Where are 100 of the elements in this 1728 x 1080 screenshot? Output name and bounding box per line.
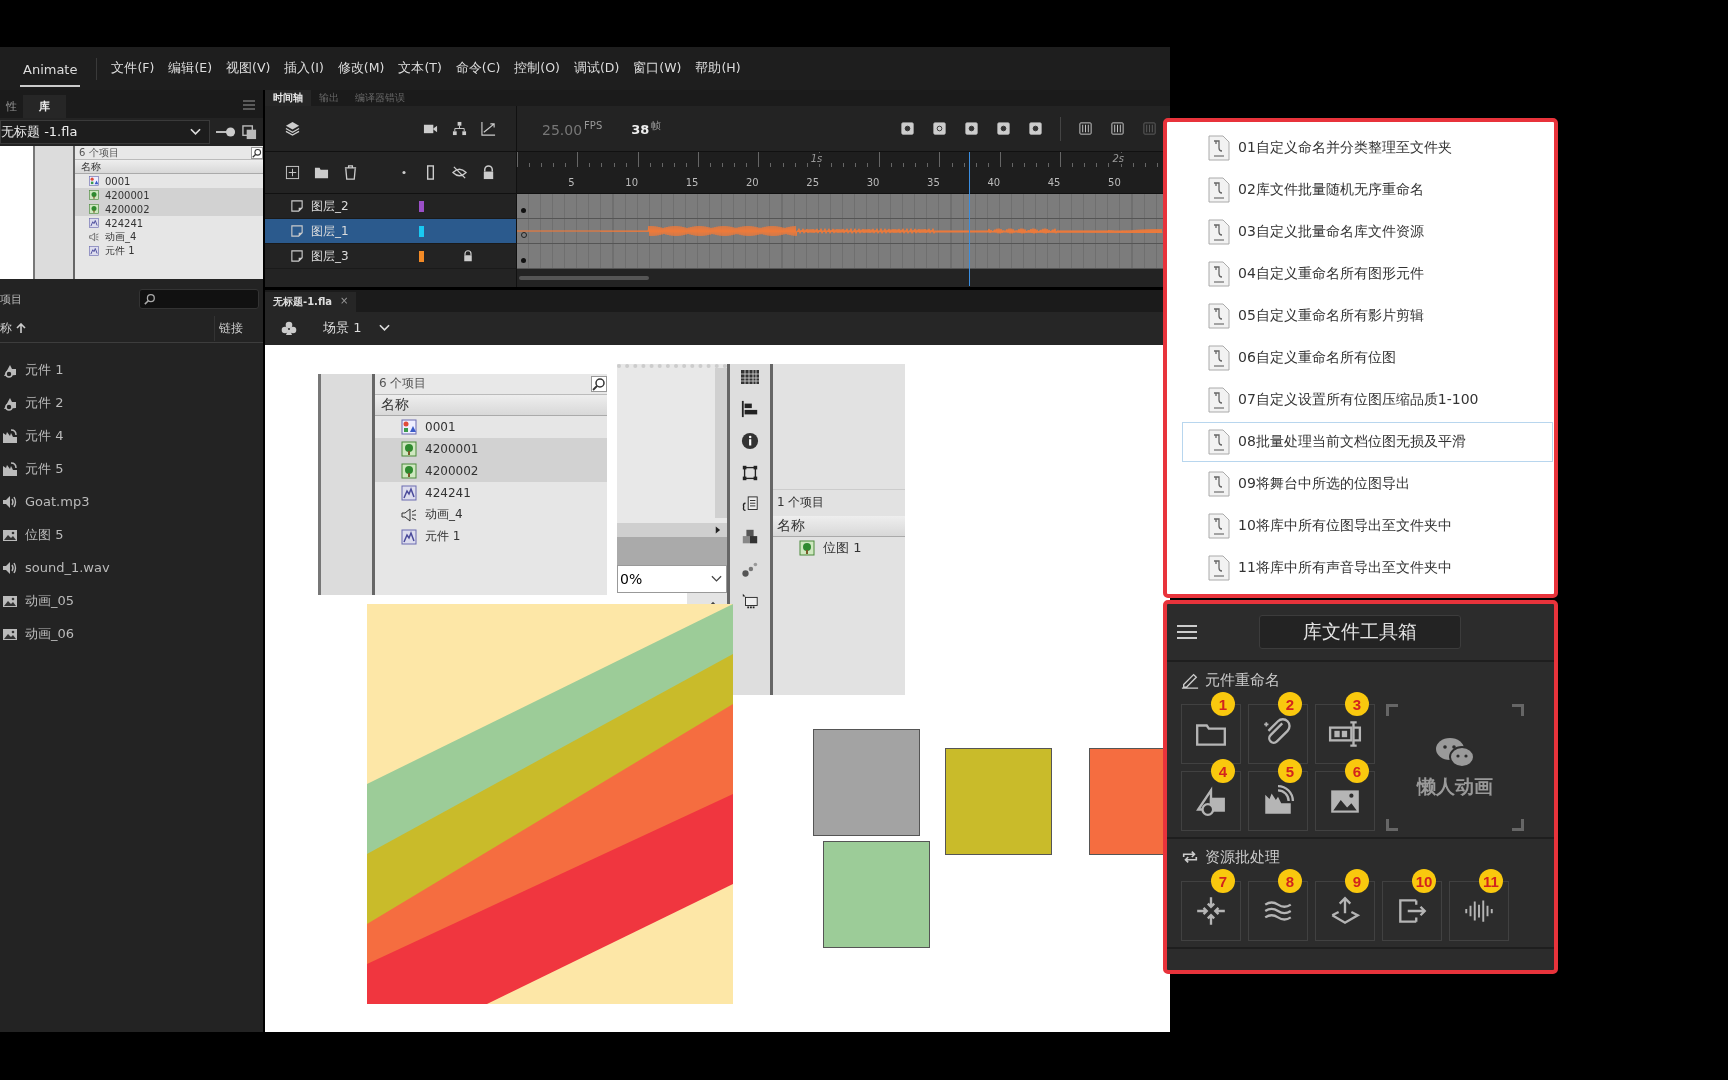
frame-track[interactable] bbox=[517, 194, 1163, 219]
library-row[interactable]: 4200002 bbox=[375, 459, 607, 482]
library-row[interactable]: 元件 1 bbox=[75, 244, 263, 258]
library-item[interactable]: 元件 4 bbox=[0, 419, 263, 452]
library-row[interactable]: 4200002 bbox=[75, 202, 263, 216]
script-item[interactable]: 04自定义重命名所有图形元件 bbox=[1182, 254, 1553, 294]
document-tab[interactable]: 无标题-1.fla × bbox=[265, 291, 357, 312]
library-row[interactable]: 424241 bbox=[75, 216, 263, 230]
menu-item[interactable]: 修改(M) bbox=[331, 56, 391, 81]
section-title: 元件重命名 bbox=[1205, 670, 1280, 690]
script-item[interactable]: 07自定义设置所有位图压缩品质1-100 bbox=[1182, 380, 1553, 420]
menu-item[interactable]: 控制(O) bbox=[508, 56, 566, 81]
layer-color-swatch[interactable] bbox=[419, 250, 424, 262]
layer-row[interactable]: 图层_3 bbox=[265, 244, 517, 269]
script-item[interactable]: 02库文件批量随机无序重命名 bbox=[1182, 170, 1553, 210]
script-name: 06自定义重命名所有位图 bbox=[1238, 349, 1396, 367]
column-header[interactable]: 称 bbox=[0, 319, 12, 337]
library-item[interactable]: Goat.mp3 bbox=[0, 485, 263, 518]
hide-icon[interactable] bbox=[452, 165, 467, 180]
frame-number: 20 bbox=[746, 177, 759, 188]
scene-dropdown[interactable]: 场景 1 bbox=[317, 318, 397, 339]
layer-color-swatch[interactable] bbox=[419, 225, 424, 237]
keyframe-icon[interactable] bbox=[900, 121, 915, 136]
menu-item[interactable]: 插入(I) bbox=[278, 56, 330, 81]
graph-icon[interactable] bbox=[481, 121, 496, 136]
close-button[interactable]: × bbox=[340, 294, 349, 309]
library-row[interactable]: 0001 bbox=[75, 174, 263, 188]
app-tab[interactable]: Animate bbox=[20, 50, 81, 87]
tween-icon[interactable] bbox=[996, 121, 1011, 136]
menu-item[interactable]: 命令(C) bbox=[449, 56, 507, 81]
script-item[interactable]: 03自定义批量命名库文件资源 bbox=[1182, 212, 1553, 252]
scene-icon[interactable] bbox=[281, 320, 297, 337]
library-item[interactable]: 元件 2 bbox=[0, 386, 263, 419]
script-item[interactable]: 11将库中所有声音导出至文件夹中 bbox=[1182, 548, 1553, 588]
lock-icon[interactable] bbox=[481, 165, 496, 180]
menu-item[interactable]: 编辑(E) bbox=[162, 56, 219, 81]
layers-icon[interactable] bbox=[285, 121, 300, 136]
item-name: 元件 2 bbox=[25, 393, 64, 412]
current-frame[interactable]: 38$^{帧}$ bbox=[631, 119, 662, 138]
layer-color-swatch[interactable] bbox=[419, 200, 424, 212]
frame-number: 35 bbox=[927, 177, 940, 188]
script-item[interactable]: 10将库中所有位图导出至文件夹中 bbox=[1182, 506, 1553, 546]
library-row[interactable]: 4200001 bbox=[75, 188, 263, 202]
remove-frame-icon[interactable] bbox=[1028, 121, 1043, 136]
library-item[interactable]: 位图 5 bbox=[0, 518, 263, 551]
menu-item[interactable]: 窗口(W) bbox=[627, 56, 688, 81]
menu-item[interactable]: 调试(D) bbox=[567, 56, 626, 81]
script-file-icon bbox=[1208, 345, 1230, 371]
hierarchy-icon[interactable] bbox=[452, 121, 467, 136]
add-layer-icon[interactable] bbox=[285, 165, 300, 180]
duplicate-icon[interactable] bbox=[242, 124, 257, 140]
library-row[interactable]: 元件 1 bbox=[375, 525, 607, 548]
menu-item[interactable]: 帮助(H) bbox=[689, 56, 747, 81]
menu-icon[interactable] bbox=[1177, 624, 1197, 640]
library-row[interactable]: 0001 bbox=[375, 415, 607, 438]
column-header: 名称 bbox=[375, 394, 607, 416]
script-item[interactable]: 06自定义重命名所有位图 bbox=[1182, 338, 1553, 378]
script-name: 02库文件批量随机无序重命名 bbox=[1238, 181, 1424, 199]
library-row[interactable]: 动画_4 bbox=[375, 503, 607, 526]
onion-skin-icon[interactable] bbox=[1078, 121, 1093, 136]
document-dropdown[interactable]: 无标题 -1.fla bbox=[0, 120, 210, 144]
library-item[interactable]: 动画_06 bbox=[0, 617, 263, 650]
script-name: 07自定义设置所有位图压缩品质1-100 bbox=[1238, 391, 1479, 409]
search-icon bbox=[591, 375, 607, 392]
panel-tab[interactable]: 库 bbox=[23, 95, 66, 118]
frame-icon[interactable] bbox=[964, 121, 979, 136]
tree-picture-icon bbox=[89, 204, 99, 214]
script-item[interactable]: 01自定义命名并分类整理至文件夹 bbox=[1182, 128, 1553, 168]
menu-item[interactable]: 文件(F) bbox=[105, 56, 161, 81]
panel-menu-icon[interactable] bbox=[243, 100, 255, 110]
panel-tab[interactable]: 时间轴 bbox=[265, 90, 311, 106]
frame-ruler[interactable]: 1s 2s 5 10 15 20 25 30 35 40 45 50 bbox=[517, 152, 1163, 194]
scrollbar[interactable] bbox=[519, 276, 649, 280]
script-item[interactable]: 09将舞台中所选的位图导出 bbox=[1182, 464, 1553, 504]
layer-row[interactable]: 图层_1 bbox=[265, 219, 517, 244]
menu-item[interactable]: 文本(T) bbox=[392, 56, 448, 81]
trash-icon[interactable] bbox=[343, 165, 358, 180]
frames-icon[interactable] bbox=[1110, 121, 1125, 136]
frame-track[interactable] bbox=[517, 244, 1163, 269]
library-row[interactable]: 424241 bbox=[375, 481, 607, 504]
script-item[interactable]: 05自定义重命名所有影片剪辑 bbox=[1182, 296, 1553, 336]
script-item[interactable]: 08批量处理当前文档位图无损及平滑 bbox=[1182, 422, 1553, 462]
frame-rate[interactable]: 25.00$^{FPS}$ bbox=[542, 119, 603, 138]
tree-picture-icon bbox=[401, 462, 417, 479]
library-item[interactable]: 动画_05 bbox=[0, 584, 263, 617]
script-file-icon bbox=[1208, 429, 1230, 455]
blank-keyframe-icon[interactable] bbox=[932, 121, 947, 136]
folder-icon[interactable] bbox=[314, 165, 329, 180]
library-row[interactable]: 动画_4 bbox=[75, 230, 263, 244]
library-item[interactable]: sound_1.wav bbox=[0, 551, 263, 584]
library-row[interactable]: 4200001 bbox=[375, 437, 607, 460]
lock-icon[interactable] bbox=[462, 250, 474, 262]
menu-item[interactable]: 视图(V) bbox=[220, 56, 277, 81]
movie-clip-icon bbox=[89, 218, 99, 228]
pin-icon[interactable] bbox=[216, 126, 236, 138]
search-field[interactable] bbox=[139, 289, 259, 309]
library-item[interactable]: 元件 1 bbox=[0, 353, 263, 386]
column-header[interactable]: 链接 bbox=[214, 315, 263, 341]
library-item[interactable]: 元件 5 bbox=[0, 452, 263, 485]
section-title: 资源批处理 bbox=[1205, 847, 1280, 867]
